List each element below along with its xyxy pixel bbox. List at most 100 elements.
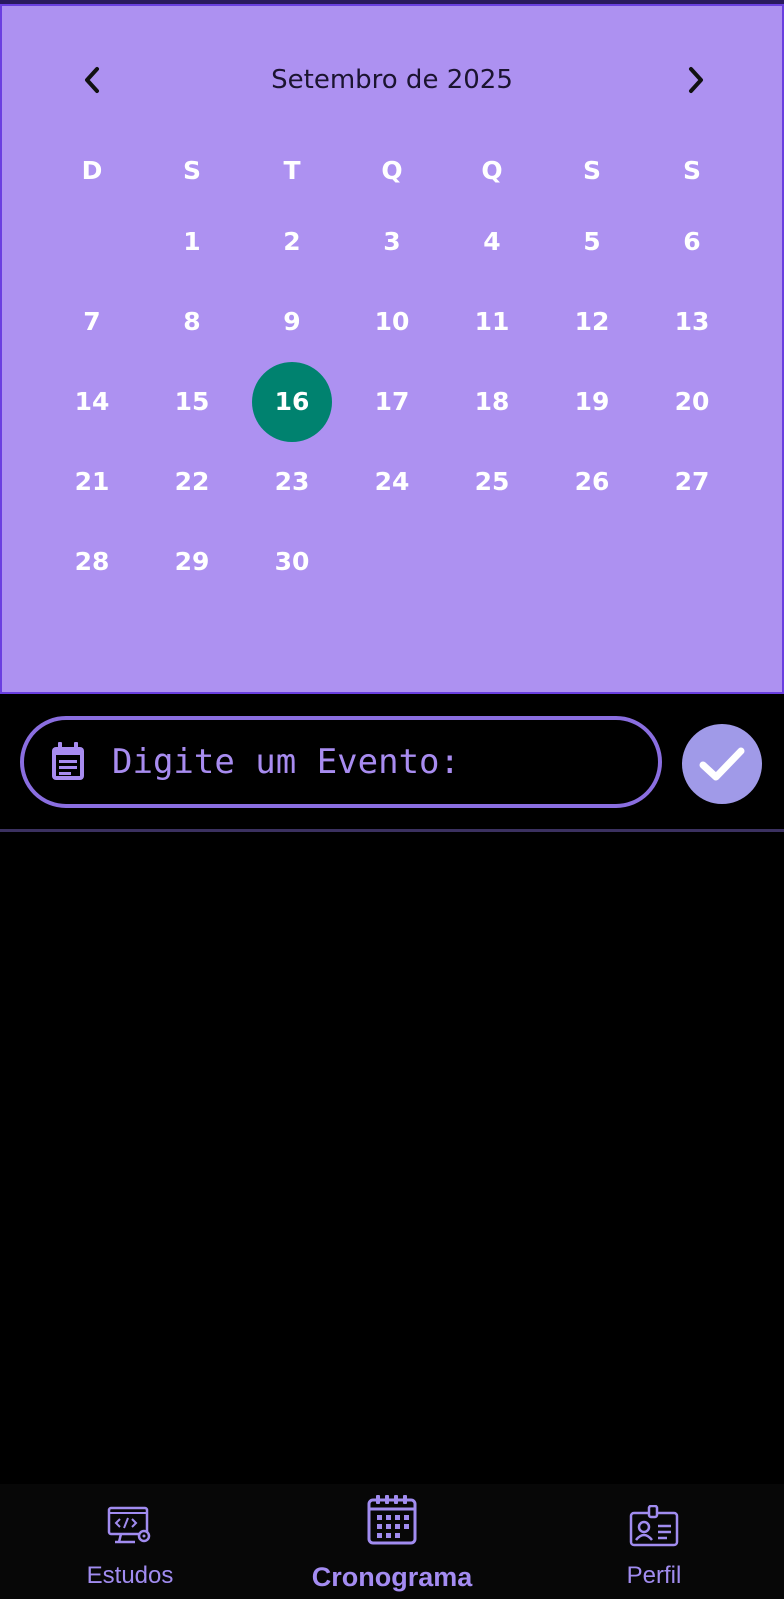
- calendar-day-number: 8: [183, 307, 201, 336]
- calendar-day[interactable]: 13: [642, 282, 742, 362]
- bottom-navigation: Estudos Cronograma Perfil: [0, 1484, 784, 1599]
- calendar-day[interactable]: 10: [342, 282, 442, 362]
- calendar-day-number: 28: [74, 547, 110, 576]
- confirm-event-button[interactable]: [682, 724, 762, 804]
- id-badge-icon: [554, 1496, 754, 1556]
- calendar-day-number: 25: [474, 467, 510, 496]
- calendar-day-number: 2: [283, 227, 301, 256]
- calendar-day[interactable]: 21: [42, 442, 142, 522]
- calendar-day[interactable]: 14: [42, 362, 142, 442]
- calendar-empty-cell: [642, 522, 742, 602]
- calendar-day[interactable]: 23: [242, 442, 342, 522]
- chevron-left-icon: [85, 67, 99, 93]
- computer-code-icon: [30, 1496, 230, 1556]
- calendar-day[interactable]: 12: [542, 282, 642, 362]
- calendar-day[interactable]: 29: [142, 522, 242, 602]
- calendar-day[interactable]: 30: [242, 522, 342, 602]
- calendar-grid-icon: [292, 1484, 492, 1556]
- calendar-day-number: 6: [683, 227, 701, 256]
- calendar-day-number: 12: [574, 307, 610, 336]
- calendar-day[interactable]: 17: [342, 362, 442, 442]
- calendar-day[interactable]: 5: [542, 202, 642, 282]
- calendar-week-row: 21 22 23 24 25 26 27: [42, 442, 742, 522]
- calendar-day[interactable]: 7: [42, 282, 142, 362]
- calendar-day[interactable]: 28: [42, 522, 142, 602]
- weekday-header-row: D S T Q Q S S: [42, 146, 742, 196]
- weekday-label: Q: [481, 156, 503, 185]
- calendar-day-number: 23: [274, 467, 310, 496]
- calendar-day-number: 15: [174, 387, 210, 416]
- event-input[interactable]: [110, 741, 634, 783]
- calendar-day[interactable]: 6: [642, 202, 742, 282]
- calendar-day-number: 9: [283, 307, 301, 336]
- next-month-button[interactable]: [670, 54, 722, 106]
- calendar-week-row: 28 29 30: [42, 522, 742, 602]
- calendar-day-number: 22: [174, 467, 210, 496]
- calendar-day[interactable]: 15: [142, 362, 242, 442]
- calendar-day-number: 14: [74, 387, 110, 416]
- weekday-label: S: [182, 156, 201, 185]
- calendar-day[interactable]: 11: [442, 282, 542, 362]
- calendar-day[interactable]: 9: [242, 282, 342, 362]
- calendar-day[interactable]: 25: [442, 442, 542, 522]
- section-divider: [0, 829, 784, 832]
- calendar-day-number: 4: [483, 227, 501, 256]
- calendar-day[interactable]: 8: [142, 282, 242, 362]
- nav-label-cronograma: Cronograma: [311, 1562, 473, 1592]
- weekday-label: T: [283, 156, 301, 185]
- calendar-note-icon: [48, 740, 88, 784]
- calendar-empty-cell: [542, 522, 642, 602]
- nav-item-perfil[interactable]: Perfil: [554, 1496, 754, 1590]
- nav-label-perfil: Perfil: [626, 1562, 682, 1589]
- calendar-day[interactable]: 20: [642, 362, 742, 442]
- calendar-day-number: 26: [574, 467, 610, 496]
- calendar: Setembro de 2025 D S T Q Q S S 123456789…: [0, 4, 784, 694]
- calendar-week-row: 7 8 9 10 11 12 13: [42, 282, 742, 362]
- calendar-day-number: 5: [583, 227, 601, 256]
- weekday-label: S: [682, 156, 701, 185]
- calendar-day-number: 27: [674, 467, 710, 496]
- event-input-container: [20, 716, 662, 808]
- calendar-day[interactable]: 1: [142, 202, 242, 282]
- calendar-day[interactable]: 18: [442, 362, 542, 442]
- calendar-day[interactable]: 24: [342, 442, 442, 522]
- calendar-day-number: 21: [74, 467, 110, 496]
- calendar-empty-cell: [442, 522, 542, 602]
- calendar-week-row: 14 15 16 17 18 19 20: [42, 362, 742, 442]
- calendar-day-number: 1: [183, 227, 201, 256]
- nav-item-cronograma[interactable]: Cronograma: [292, 1484, 492, 1593]
- calendar-day[interactable]: 3: [342, 202, 442, 282]
- calendar-day[interactable]: 22: [142, 442, 242, 522]
- weekday-label: D: [81, 156, 103, 185]
- calendar-day[interactable]: 27: [642, 442, 742, 522]
- calendar-day-number: 19: [574, 387, 610, 416]
- chevron-right-icon: [689, 67, 703, 93]
- calendar-day-number: 16: [274, 387, 310, 416]
- calendar-header: Setembro de 2025: [2, 54, 782, 106]
- calendar-empty-cell: [42, 202, 142, 282]
- calendar-day-number: 30: [274, 547, 310, 576]
- calendar-day-number: 24: [374, 467, 410, 496]
- calendar-empty-cell: [342, 522, 442, 602]
- calendar-day-selected[interactable]: 16: [242, 362, 342, 442]
- calendar-day-number: 7: [83, 307, 101, 336]
- weekday-label: S: [582, 156, 601, 185]
- month-title: Setembro de 2025: [271, 65, 513, 95]
- calendar-week-row: 1 2 3 4 5 6: [42, 202, 742, 282]
- calendar-day-number: 13: [674, 307, 710, 336]
- nav-item-estudos[interactable]: Estudos: [30, 1496, 230, 1590]
- calendar-day[interactable]: 19: [542, 362, 642, 442]
- weekday-label: Q: [381, 156, 403, 185]
- nav-label-estudos: Estudos: [86, 1562, 174, 1589]
- previous-month-button[interactable]: [66, 54, 118, 106]
- calendar-day[interactable]: 4: [442, 202, 542, 282]
- app-screen: Setembro de 2025 D S T Q Q S S 123456789…: [0, 0, 784, 1599]
- checkmark-icon: [699, 747, 745, 781]
- calendar-day[interactable]: 2: [242, 202, 342, 282]
- calendar-day-number: 3: [383, 227, 401, 256]
- calendar-day[interactable]: 26: [542, 442, 642, 522]
- calendar-day-number: 10: [374, 307, 410, 336]
- calendar-day-number: 11: [474, 307, 510, 336]
- calendar-day-number: 17: [374, 387, 410, 416]
- calendar-day-number: 29: [174, 547, 210, 576]
